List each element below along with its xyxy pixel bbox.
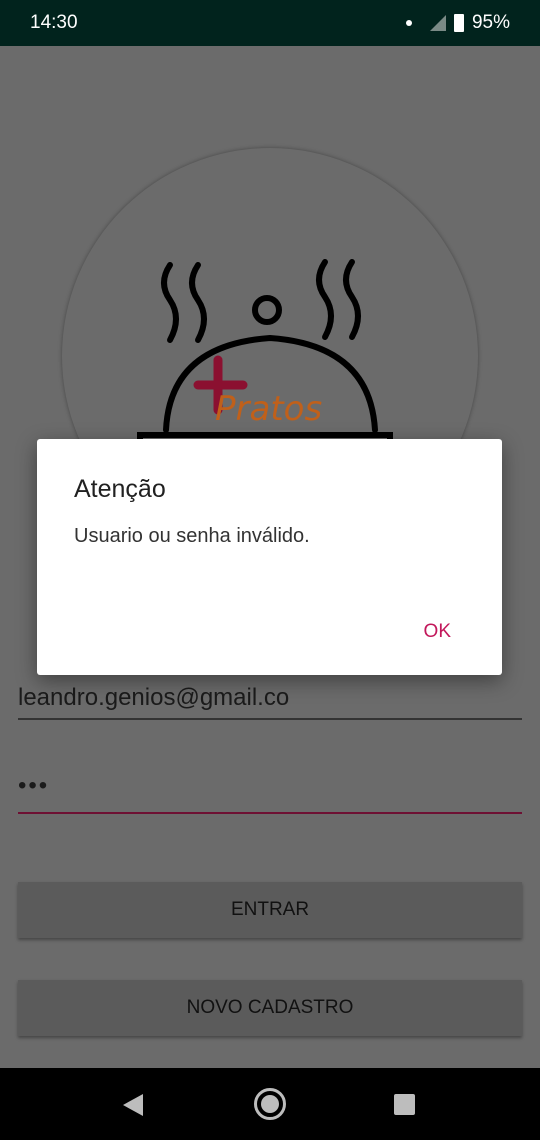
- dialog-message: Usuario ou senha inválido.: [74, 525, 310, 547]
- home-icon[interactable]: [254, 1088, 286, 1120]
- password-field[interactable]: •••: [18, 772, 522, 814]
- back-icon[interactable]: [123, 1094, 143, 1116]
- navigation-bar: [0, 1068, 540, 1140]
- logo-text: Pratos: [215, 389, 322, 429]
- login-button[interactable]: ENTRAR: [18, 882, 522, 938]
- battery-level: 95%: [471, 12, 510, 33]
- status-bar: 14:30 95%: [0, 0, 540, 46]
- ok-button[interactable]: OK: [424, 621, 451, 643]
- status-time: 14:30: [30, 12, 78, 33]
- battery-icon: [453, 14, 464, 32]
- recents-icon[interactable]: [394, 1094, 415, 1115]
- email-field[interactable]: leandro.genios@gmail.co: [18, 684, 522, 720]
- app-logo: Pratos: [120, 240, 420, 455]
- signal-icon: [429, 15, 446, 31]
- register-button[interactable]: NOVO CADASTRO: [18, 980, 522, 1036]
- notification-dot-icon: [405, 20, 412, 26]
- alert-dialog: Atenção Usuario ou senha inválido. OK: [37, 439, 502, 675]
- dialog-title: Atenção: [74, 475, 166, 503]
